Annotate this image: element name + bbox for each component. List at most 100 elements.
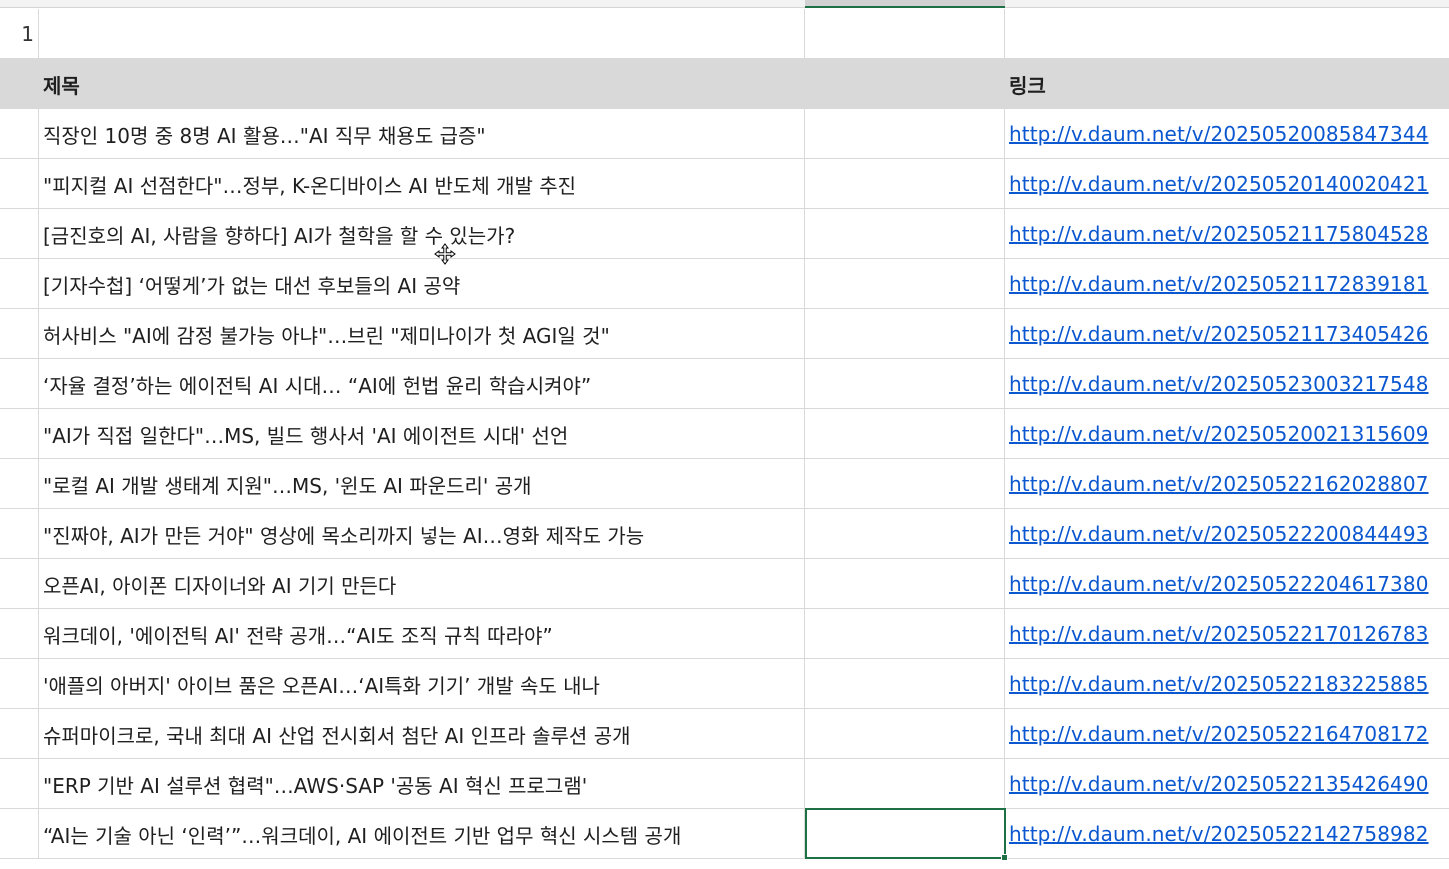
row-number[interactable] (0, 759, 39, 809)
cell-empty[interactable] (805, 709, 1005, 759)
title-text: 직장인 10명 중 8명 AI 활용…"AI 직무 채용도 급증" (43, 123, 486, 148)
link-text[interactable]: http://v.daum.net/v/20250522183225885 (1009, 672, 1429, 696)
cell-empty[interactable] (805, 259, 1005, 309)
row-number-header[interactable] (0, 59, 39, 109)
cell-title[interactable]: "AI가 직접 일한다"…MS, 빌드 행사서 'AI 에이전트 시대' 선언 (39, 409, 805, 459)
cell-title[interactable]: "피지컬 AI 선점한다"…정부, K-온디바이스 AI 반도체 개발 추진 (39, 159, 805, 209)
table-row: 워크데이, '에이전틱 AI' 전략 공개…“AI도 조직 규칙 따라야” ht… (0, 609, 1449, 659)
link-text[interactable]: http://v.daum.net/v/20250522204617380 (1009, 572, 1429, 596)
cell-title[interactable]: 워크데이, '에이전틱 AI' 전략 공개…“AI도 조직 규칙 따라야” (39, 609, 805, 659)
cell-empty[interactable] (805, 759, 1005, 809)
row-number[interactable] (0, 659, 39, 709)
cell-link[interactable]: http://v.daum.net/v/20250522142758982 (1005, 809, 1449, 859)
link-text[interactable]: http://v.daum.net/v/20250522164708172 (1009, 722, 1429, 746)
cell-empty[interactable] (805, 209, 1005, 259)
title-text: 슈퍼마이크로, 국내 최대 AI 산업 전시회서 첨단 AI 인프라 솔루션 공… (43, 723, 631, 748)
selected-column-header[interactable] (805, 0, 1005, 8)
cell-link[interactable]: http://v.daum.net/v/20250520140020421 (1005, 159, 1449, 209)
cell-link[interactable]: http://v.daum.net/v/20250522164708172 (1005, 709, 1449, 759)
table-header-row: 제목 링크 (0, 59, 1449, 109)
cell-title[interactable]: “AI는 기술 아닌 ‘인력’”…워크데이, AI 에이전트 기반 업무 혁신 … (39, 809, 805, 859)
cell-empty[interactable] (805, 659, 1005, 709)
cell-empty-row1[interactable] (805, 9, 1005, 59)
cell-empty[interactable] (805, 359, 1005, 409)
cell-empty[interactable] (805, 559, 1005, 609)
row-number[interactable] (0, 259, 39, 309)
title-text: 허사비스 "AI에 감정 불가능 아냐"…브린 "제미나이가 첫 AGI일 것" (43, 323, 610, 348)
cell-empty[interactable] (805, 609, 1005, 659)
title-text: “AI는 기술 아닌 ‘인력’”…워크데이, AI 에이전트 기반 업무 혁신 … (43, 823, 682, 848)
cell-empty[interactable] (805, 109, 1005, 159)
link-text[interactable]: http://v.daum.net/v/20250522135426490 (1009, 772, 1429, 796)
cell-link[interactable]: http://v.daum.net/v/20250522183225885 (1005, 659, 1449, 709)
cell-link[interactable]: http://v.daum.net/v/20250522135426490 (1005, 759, 1449, 809)
cell-title[interactable]: '애플의 아버지' 아이브 품은 오픈AI…‘AI특화 기기’ 개발 속도 내나 (39, 659, 805, 709)
cell-link[interactable]: http://v.daum.net/v/20250521173405426 (1005, 309, 1449, 359)
table-row: 허사비스 "AI에 감정 불가능 아냐"…브린 "제미나이가 첫 AGI일 것"… (0, 309, 1449, 359)
row-number[interactable]: 1 (0, 9, 39, 59)
header-cell-title[interactable]: 제목 (39, 59, 805, 109)
table-row: ‘자율 결정’하는 에이전틱 AI 시대… “AI에 헌법 윤리 학습시켜야” … (0, 359, 1449, 409)
link-text[interactable]: http://v.daum.net/v/20250522142758982 (1009, 822, 1429, 846)
row-number[interactable] (0, 509, 39, 559)
cell-link[interactable]: http://v.daum.net/v/20250521175804528 (1005, 209, 1449, 259)
table-row: 오픈AI, 아이폰 디자이너와 AI 기기 만든다 http://v.daum.… (0, 559, 1449, 609)
link-text[interactable]: http://v.daum.net/v/20250522162028807 (1009, 472, 1429, 496)
cell-link-row1[interactable] (1005, 9, 1449, 59)
link-text[interactable]: http://v.daum.net/v/20250520140020421 (1009, 172, 1429, 196)
cell-link[interactable]: http://v.daum.net/v/20250522162028807 (1005, 459, 1449, 509)
cell-title[interactable]: 슈퍼마이크로, 국내 최대 AI 산업 전시회서 첨단 AI 인프라 솔루션 공… (39, 709, 805, 759)
row-number[interactable] (0, 209, 39, 259)
cell-empty[interactable] (805, 159, 1005, 209)
row-number[interactable] (0, 109, 39, 159)
row-number[interactable] (0, 709, 39, 759)
table-row: "피지컬 AI 선점한다"…정부, K-온디바이스 AI 반도체 개발 추진 h… (0, 159, 1449, 209)
row-number[interactable] (0, 359, 39, 409)
row-number[interactable] (0, 459, 39, 509)
title-text: ‘자율 결정’하는 에이전틱 AI 시대… “AI에 헌법 윤리 학습시켜야” (43, 373, 592, 398)
cell-title[interactable]: [금진호의 AI, 사람을 향하다] AI가 철학을 할 수 있는가? (39, 209, 805, 259)
cell-empty[interactable] (805, 459, 1005, 509)
table-row: [금진호의 AI, 사람을 향하다] AI가 철학을 할 수 있는가? http… (0, 209, 1449, 259)
cell-link[interactable]: http://v.daum.net/v/20250523003217548 (1005, 359, 1449, 409)
link-text[interactable]: http://v.daum.net/v/20250521175804528 (1009, 222, 1429, 246)
row-number[interactable] (0, 409, 39, 459)
cell-empty[interactable] (805, 509, 1005, 559)
cell-link[interactable]: http://v.daum.net/v/20250522204617380 (1005, 559, 1449, 609)
cell-link[interactable]: http://v.daum.net/v/20250520021315609 (1005, 409, 1449, 459)
link-text[interactable]: http://v.daum.net/v/20250521172839181 (1009, 272, 1429, 296)
cell-link[interactable]: http://v.daum.net/v/20250521172839181 (1005, 259, 1449, 309)
link-text[interactable]: http://v.daum.net/v/20250521173405426 (1009, 322, 1429, 346)
cell-title[interactable]: "로컬 AI 개발 생태계 지원"…MS, '윈도 AI 파운드리' 공개 (39, 459, 805, 509)
cell-link[interactable]: http://v.daum.net/v/20250520085847344 (1005, 109, 1449, 159)
row-number[interactable] (0, 609, 39, 659)
cell-title[interactable]: 직장인 10명 중 8명 AI 활용…"AI 직무 채용도 급증" (39, 109, 805, 159)
cell-title[interactable]: "ERP 기반 AI 설루션 협력"…AWS·SAP '공동 AI 혁신 프로그… (39, 759, 805, 809)
link-text[interactable]: http://v.daum.net/v/20250520085847344 (1009, 122, 1429, 146)
link-text[interactable]: http://v.daum.net/v/20250520021315609 (1009, 422, 1429, 446)
header-cell-link[interactable]: 링크 (1005, 59, 1449, 109)
cell-title[interactable]: 오픈AI, 아이폰 디자이너와 AI 기기 만든다 (39, 559, 805, 609)
table-row: "로컬 AI 개발 생태계 지원"…MS, '윈도 AI 파운드리' 공개 ht… (0, 459, 1449, 509)
cell-title-row1[interactable] (39, 9, 805, 59)
table-row: '애플의 아버지' 아이브 품은 오픈AI…‘AI특화 기기’ 개발 속도 내나… (0, 659, 1449, 709)
row-number[interactable] (0, 159, 39, 209)
cell-title[interactable]: 허사비스 "AI에 감정 불가능 아냐"…브린 "제미나이가 첫 AGI일 것" (39, 309, 805, 359)
cell-empty[interactable] (805, 409, 1005, 459)
cell-link[interactable]: http://v.daum.net/v/20250522170126783 (1005, 609, 1449, 659)
cell-title[interactable]: [기자수첩] ‘어떻게’가 없는 대선 후보들의 AI 공약 (39, 259, 805, 309)
cell-link[interactable]: http://v.daum.net/v/20250522200844493 (1005, 509, 1449, 559)
link-text[interactable]: http://v.daum.net/v/20250522200844493 (1009, 522, 1429, 546)
cell-empty[interactable] (805, 809, 1005, 859)
row-number[interactable] (0, 309, 39, 359)
title-text: [기자수첩] ‘어떻게’가 없는 대선 후보들의 AI 공약 (43, 273, 461, 298)
link-text[interactable]: http://v.daum.net/v/20250522170126783 (1009, 622, 1429, 646)
cell-empty[interactable] (805, 309, 1005, 359)
row-number[interactable] (0, 809, 39, 859)
sheet-row-1: 1 (0, 9, 1449, 59)
cell-title[interactable]: ‘자율 결정’하는 에이전틱 AI 시대… “AI에 헌법 윤리 학습시켜야” (39, 359, 805, 409)
header-cell-empty[interactable] (805, 59, 1005, 109)
cell-title[interactable]: "진짜야, AI가 만든 거야" 영상에 목소리까지 넣는 AI…영화 제작도 … (39, 509, 805, 559)
row-number[interactable] (0, 559, 39, 609)
link-text[interactable]: http://v.daum.net/v/20250523003217548 (1009, 372, 1429, 396)
